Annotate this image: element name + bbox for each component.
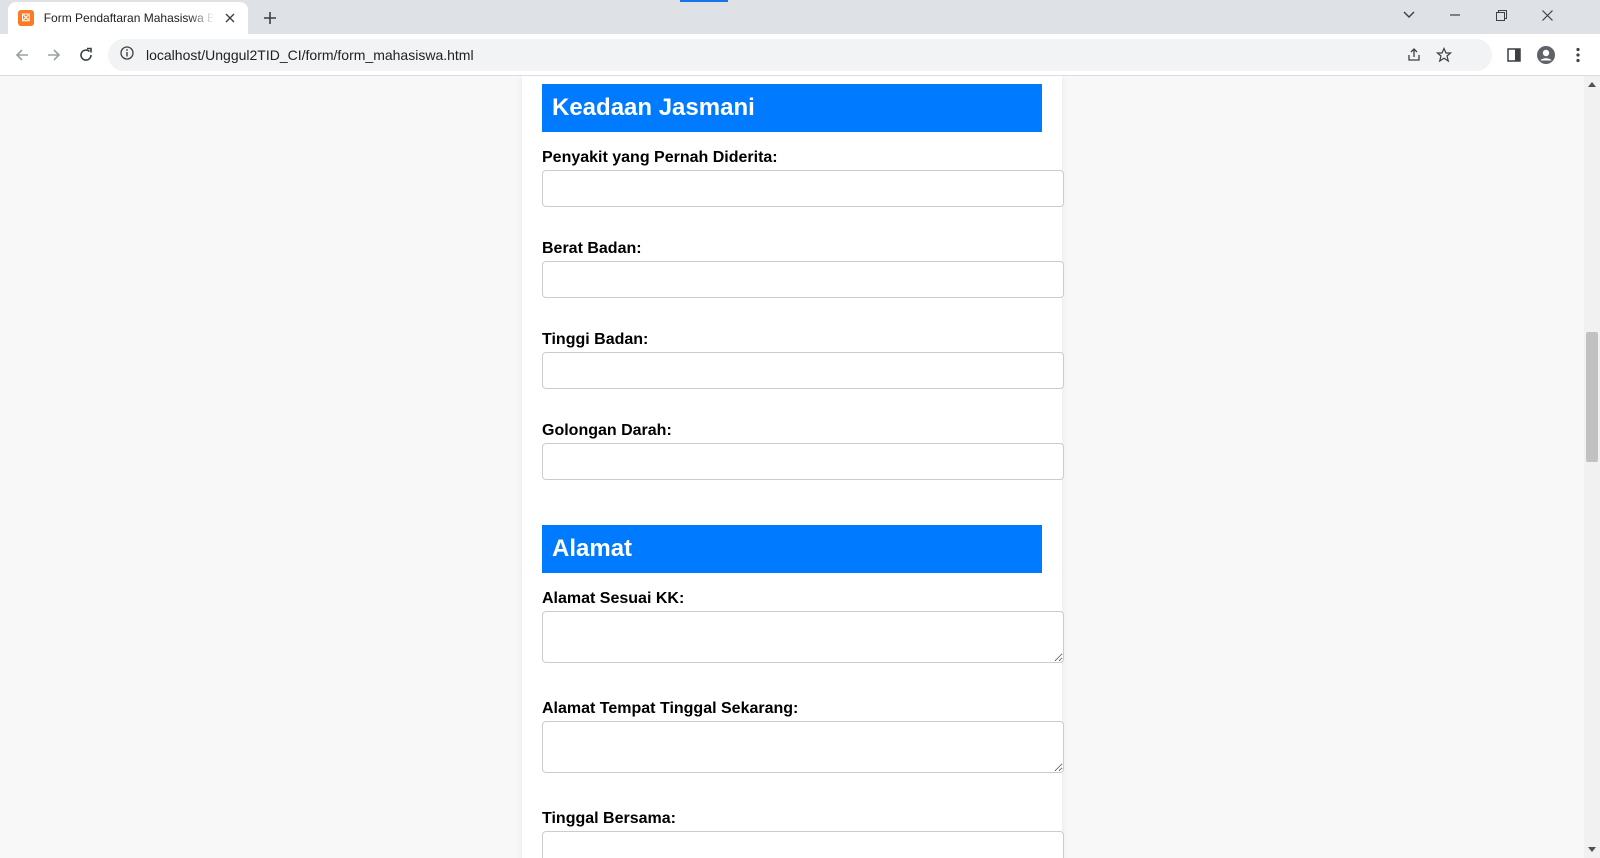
alamat-kk-textarea[interactable] [542, 611, 1064, 663]
section-heading-alamat: Alamat [542, 525, 1042, 573]
label-berat-badan: Berat Badan: [542, 240, 642, 257]
alamat-sekarang-textarea[interactable] [542, 721, 1064, 773]
restore-icon[interactable] [1478, 0, 1524, 30]
share-icon[interactable] [1404, 45, 1424, 65]
address-bar[interactable]: localhost/Unggul2TID_CI/form/form_mahasi… [108, 39, 1492, 71]
penyakit-input[interactable] [542, 170, 1064, 207]
tab-strip: ☒ Form Pendaftaran Mahasiswa Baru [0, 0, 1600, 34]
scrollbar-thumb[interactable] [1586, 332, 1598, 462]
bookmark-star-icon[interactable] [1434, 45, 1454, 65]
page-scrollbar[interactable] [1584, 76, 1600, 858]
label-alamat-sekarang: Alamat Tempat Tinggal Sekarang: [542, 700, 799, 717]
side-panel-icon[interactable] [1500, 41, 1528, 69]
xampp-favicon-icon: ☒ [18, 10, 34, 26]
form-container: Keadaan Jasmani Penyakit yang Pernah Did… [522, 76, 1064, 858]
tinggal-bersama-input[interactable] [542, 831, 1064, 858]
tab-close-icon[interactable] [222, 10, 238, 26]
site-info-icon[interactable] [120, 45, 134, 65]
label-alamat-kk: Alamat Sesuai KK: [542, 590, 685, 607]
tab-search-icon[interactable] [1386, 0, 1432, 30]
reload-icon[interactable] [72, 41, 100, 69]
label-tinggal-bersama: Tinggal Bersama: [542, 810, 676, 827]
loading-indicator [680, 0, 728, 2]
label-tinggi-badan: Tinggi Badan: [542, 331, 649, 348]
scroll-up-arrow-icon[interactable] [1588, 82, 1596, 87]
profile-avatar-icon[interactable] [1532, 41, 1560, 69]
url-text: localhost/Unggul2TID_CI/form/form_mahasi… [146, 47, 474, 63]
page-viewport: Keadaan Jasmani Penyakit yang Pernah Did… [0, 76, 1600, 858]
golongan-darah-input[interactable] [542, 443, 1064, 480]
minimize-icon[interactable] [1432, 0, 1478, 30]
browser-tab[interactable]: ☒ Form Pendaftaran Mahasiswa Baru [8, 2, 248, 34]
close-window-icon[interactable] [1524, 0, 1570, 30]
berat-badan-input[interactable] [542, 261, 1064, 298]
kebab-menu-icon[interactable] [1564, 41, 1592, 69]
new-tab-button[interactable] [258, 6, 282, 30]
scroll-down-arrow-icon[interactable] [1588, 847, 1596, 852]
label-golongan-darah: Golongan Darah: [542, 422, 672, 439]
forward-arrow-icon[interactable] [40, 41, 68, 69]
back-arrow-icon[interactable] [8, 41, 36, 69]
tinggi-badan-input[interactable] [542, 352, 1064, 389]
label-penyakit: Penyakit yang Pernah Diderita: [542, 149, 778, 166]
section-heading-keadaan-jasmani: Keadaan Jasmani [542, 84, 1042, 132]
tab-title: Form Pendaftaran Mahasiswa Baru [43, 11, 215, 25]
browser-toolbar: localhost/Unggul2TID_CI/form/form_mahasi… [0, 34, 1600, 76]
